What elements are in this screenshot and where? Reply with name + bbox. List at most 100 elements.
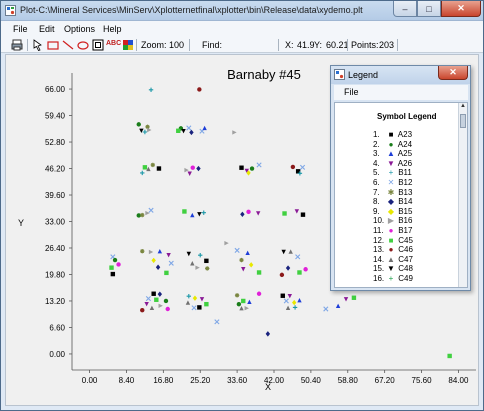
text-tool-icon[interactable]: ABC xyxy=(106,40,121,47)
select-box-icon[interactable] xyxy=(92,39,104,51)
data-point[interactable] xyxy=(287,293,293,299)
scroll-up-icon[interactable]: ▲ xyxy=(459,103,467,112)
rectangle-tool-icon[interactable] xyxy=(47,39,59,51)
data-point[interactable] xyxy=(198,253,203,258)
maximize-button[interactable]: □ xyxy=(417,1,441,17)
legend-close-button[interactable]: ✕ xyxy=(438,66,468,80)
data-point[interactable] xyxy=(283,298,289,304)
data-point[interactable] xyxy=(246,209,251,215)
data-point[interactable] xyxy=(204,258,209,264)
data-point[interactable] xyxy=(202,125,207,131)
data-point[interactable] xyxy=(186,125,192,131)
data-point[interactable] xyxy=(265,331,271,337)
legend-scrollbar[interactable]: ▲ xyxy=(458,103,467,287)
data-point[interactable] xyxy=(186,293,192,299)
data-point[interactable] xyxy=(144,301,149,307)
data-point[interactable] xyxy=(447,353,452,359)
data-point[interactable] xyxy=(199,297,205,302)
data-point[interactable] xyxy=(280,293,285,298)
data-point[interactable] xyxy=(335,303,341,308)
data-point[interactable] xyxy=(110,271,116,277)
data-point[interactable] xyxy=(256,291,262,296)
data-point[interactable] xyxy=(186,251,192,257)
data-point[interactable] xyxy=(197,212,202,217)
data-point[interactable] xyxy=(201,210,206,215)
data-point[interactable] xyxy=(236,301,242,307)
data-point[interactable] xyxy=(197,305,202,310)
data-point[interactable] xyxy=(300,212,306,217)
data-point[interactable] xyxy=(150,162,155,168)
data-point[interactable] xyxy=(151,291,156,296)
data-point[interactable] xyxy=(294,209,300,214)
line-tool-icon[interactable] xyxy=(62,39,74,51)
ellipse-tool-icon[interactable] xyxy=(77,39,89,51)
legend-menu-file[interactable]: File xyxy=(344,87,359,97)
minimize-button[interactable]: – xyxy=(393,1,417,17)
data-point[interactable] xyxy=(112,257,118,263)
data-point[interactable] xyxy=(234,247,240,253)
data-point[interactable] xyxy=(297,297,302,303)
pointer-tool-icon[interactable] xyxy=(32,39,44,51)
data-point[interactable] xyxy=(148,249,154,255)
data-point[interactable] xyxy=(185,300,191,305)
data-point[interactable] xyxy=(197,87,202,92)
data-point[interactable] xyxy=(158,303,163,308)
data-point[interactable] xyxy=(140,307,145,313)
data-point[interactable] xyxy=(191,305,197,311)
data-point[interactable] xyxy=(156,166,162,171)
data-point[interactable] xyxy=(297,270,302,275)
legend-title-bar[interactable]: Legend ✕ xyxy=(331,66,470,84)
data-point[interactable] xyxy=(290,164,296,170)
menu-edit[interactable]: Edit xyxy=(39,24,55,34)
data-point[interactable] xyxy=(285,265,291,271)
data-point[interactable] xyxy=(168,260,174,266)
data-point[interactable] xyxy=(148,207,154,213)
data-point[interactable] xyxy=(147,127,152,133)
data-point[interactable] xyxy=(196,165,201,172)
data-point[interactable] xyxy=(189,129,194,136)
data-point[interactable] xyxy=(140,170,145,176)
scroll-thumb[interactable] xyxy=(460,114,466,128)
zoom-value[interactable]: 100 xyxy=(169,40,184,50)
data-point[interactable] xyxy=(109,265,114,270)
data-point[interactable] xyxy=(240,211,245,217)
data-point[interactable] xyxy=(182,209,187,214)
data-point[interactable] xyxy=(154,297,159,302)
data-point[interactable] xyxy=(351,295,357,300)
data-point[interactable] xyxy=(163,298,169,304)
data-point[interactable] xyxy=(292,305,298,310)
print-icon[interactable] xyxy=(11,39,23,51)
data-point[interactable] xyxy=(155,264,161,270)
data-point[interactable] xyxy=(282,211,287,216)
data-point[interactable] xyxy=(136,122,141,127)
data-point[interactable] xyxy=(247,299,252,304)
data-point[interactable] xyxy=(195,265,200,270)
data-point[interactable] xyxy=(303,267,308,272)
data-point[interactable] xyxy=(248,262,254,268)
data-point[interactable] xyxy=(343,297,349,302)
close-button[interactable]: ✕ xyxy=(441,1,481,17)
data-point[interactable] xyxy=(166,253,171,258)
data-point[interactable] xyxy=(164,270,169,276)
data-point[interactable] xyxy=(241,267,246,272)
data-point[interactable] xyxy=(148,87,154,93)
data-point[interactable] xyxy=(214,319,220,325)
data-point[interactable] xyxy=(204,301,209,307)
menu-help[interactable]: Help xyxy=(103,24,122,34)
title-bar[interactable]: Plot-C:\Mineral Services\MinServ\Xplotte… xyxy=(1,1,483,21)
data-point[interactable] xyxy=(299,164,306,170)
data-point[interactable] xyxy=(281,249,286,255)
color-palette-icon[interactable] xyxy=(122,39,134,51)
data-point[interactable] xyxy=(295,254,301,260)
data-point[interactable] xyxy=(288,249,293,254)
data-point[interactable] xyxy=(232,130,237,135)
find-input[interactable] xyxy=(224,39,276,51)
data-point[interactable] xyxy=(239,305,244,311)
data-point[interactable] xyxy=(176,128,181,133)
data-point[interactable] xyxy=(205,266,210,271)
data-point[interactable] xyxy=(151,257,156,264)
data-point[interactable] xyxy=(244,305,249,311)
data-point[interactable] xyxy=(249,166,255,171)
data-point[interactable] xyxy=(234,293,240,298)
data-point[interactable] xyxy=(192,295,198,301)
